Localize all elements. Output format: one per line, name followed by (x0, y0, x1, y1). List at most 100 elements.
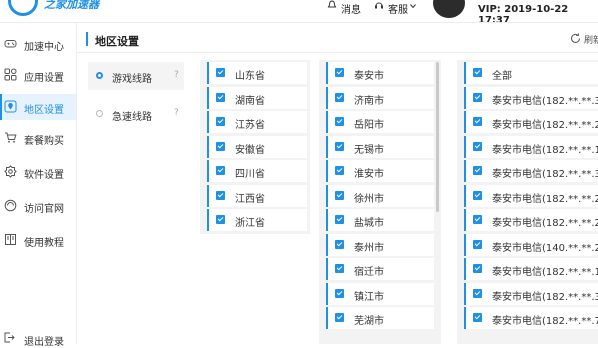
checkbox-checked[interactable] (473, 215, 482, 224)
bell-icon[interactable] (327, 0, 337, 10)
radio-selected[interactable] (96, 72, 103, 79)
sidebar-item-app-settings[interactable]: 应用设置 (0, 62, 76, 88)
server-label: 泰安市电信(182.**.**.201) (492, 218, 598, 229)
row-accent (207, 209, 209, 231)
sidebar-item-label: 地区设置 (24, 105, 64, 116)
checkbox-checked[interactable] (473, 240, 482, 249)
sidebar-item-website[interactable]: 访问官网 (0, 193, 76, 219)
headset-icon[interactable] (374, 0, 384, 10)
logout-button[interactable]: 退出登录 (4, 331, 74, 348)
checkbox-checked[interactable] (216, 142, 225, 151)
city-item[interactable]: 岳阳市 (326, 111, 434, 133)
city-item[interactable]: 芜湖市 (326, 307, 434, 329)
sidebar-item-region-settings[interactable]: 地区设置 (0, 94, 76, 120)
checkbox-checked[interactable] (473, 93, 482, 102)
city-item[interactable]: 宿迁市 (326, 258, 434, 280)
checkbox-checked[interactable] (473, 289, 482, 298)
row-accent (207, 160, 209, 182)
messages-link[interactable]: 消息 (341, 1, 361, 16)
checkbox-checked[interactable] (473, 264, 482, 273)
checkbox-checked[interactable] (216, 191, 225, 200)
server-item[interactable]: 泰安市电信(182.**.**.36) (464, 87, 598, 109)
checkbox-checked[interactable] (473, 191, 482, 200)
server-item[interactable]: 泰安市电信(182.**.**.10) (464, 136, 598, 158)
checkbox-checked[interactable] (335, 142, 344, 151)
checkbox-checked[interactable] (335, 215, 344, 224)
service-link[interactable]: 客服 (388, 1, 408, 16)
row-accent (464, 87, 466, 109)
help-icon[interactable]: ? (174, 70, 179, 80)
province-item[interactable]: 浙江省 (207, 209, 307, 231)
row-accent (326, 258, 328, 280)
city-label: 泰安市 (354, 71, 384, 82)
province-label: 浙江省 (235, 218, 265, 229)
checkbox-checked[interactable] (473, 142, 482, 151)
checkbox-checked[interactable] (335, 313, 344, 322)
checkbox-checked[interactable] (335, 166, 344, 175)
city-item[interactable]: 镇江市 (326, 283, 434, 305)
checkbox-checked[interactable] (335, 93, 344, 102)
server-item[interactable]: 泰安市电信(182.**.**.33) (464, 283, 598, 305)
server-item-all[interactable]: 全部 (464, 62, 598, 84)
chevron-down-icon[interactable] (410, 3, 416, 9)
checkbox-checked[interactable] (216, 93, 225, 102)
checkbox-checked[interactable] (473, 68, 482, 77)
server-item[interactable]: 泰安市电信(140.**.**.21) (464, 234, 598, 256)
row-accent (207, 62, 209, 84)
app-logo-text: 之家加速器 (44, 0, 99, 11)
sidebar-item-purchase[interactable]: 套餐购买 (0, 125, 76, 151)
checkbox-checked[interactable] (335, 264, 344, 273)
checkbox-checked[interactable] (216, 215, 225, 224)
checkbox-checked[interactable] (216, 166, 225, 175)
city-item[interactable]: 泰安市 (326, 62, 434, 84)
city-item[interactable]: 徐州市 (326, 185, 434, 207)
checkbox-checked[interactable] (216, 117, 225, 126)
province-item[interactable]: 山东省 (207, 62, 307, 84)
server-item[interactable]: 泰安市电信(182.**.**.19) (464, 258, 598, 280)
server-item[interactable]: 泰安市电信(182.**.**.201) (464, 209, 598, 231)
checkbox-checked[interactable] (335, 191, 344, 200)
province-item[interactable]: 湖南省 (207, 87, 307, 109)
city-item[interactable]: 淮安市 (326, 160, 434, 182)
city-item[interactable]: 盐城市 (326, 209, 434, 231)
province-item[interactable]: 四川省 (207, 160, 307, 182)
avatar[interactable] (433, 0, 465, 18)
sidebar-item-label: 套餐购买 (24, 136, 64, 147)
checkbox-checked[interactable] (216, 68, 225, 77)
checkbox-checked[interactable] (473, 166, 482, 175)
city-item[interactable]: 无锡市 (326, 136, 434, 158)
sidebar-item-label: 应用设置 (24, 73, 64, 84)
sidebar-item-label: 加速中心 (24, 42, 64, 53)
header-divider (76, 52, 598, 53)
server-label: 泰安市电信(140.**.**.21) (492, 243, 598, 254)
city-label: 镇江市 (354, 292, 384, 303)
help-icon[interactable]: ? (174, 108, 179, 118)
globe-icon (4, 199, 17, 212)
city-item[interactable]: 泰州市 (326, 234, 434, 256)
line-type-express[interactable]: 急速线路 ? (88, 100, 184, 128)
page-title: 地区设置 (95, 35, 139, 48)
sidebar-item-tutorial[interactable]: 使用教程 (0, 227, 76, 253)
checkbox-checked[interactable] (473, 313, 482, 322)
checkbox-checked[interactable] (335, 68, 344, 77)
line-type-game[interactable]: 游戏线路 ? (88, 62, 184, 90)
server-item[interactable]: 泰安市电信(182.**.**.32) (464, 160, 598, 182)
sidebar-item-acceleration[interactable]: 加速中心 (0, 31, 76, 57)
checkbox-checked[interactable] (473, 117, 482, 126)
location-icon (4, 100, 17, 113)
city-scrollbar[interactable] (436, 62, 439, 212)
server-item[interactable]: 泰安市电信(182.**.**.220) (464, 111, 598, 133)
server-item[interactable]: 泰安市电信(182.**.**.204) (464, 185, 598, 207)
province-item[interactable]: 江西省 (207, 185, 307, 207)
sidebar-item-software-settings[interactable]: 软件设置 (0, 159, 76, 185)
radio-unselected[interactable] (96, 110, 103, 117)
checkbox-checked[interactable] (335, 117, 344, 126)
province-item[interactable]: 江苏省 (207, 111, 307, 133)
checkbox-checked[interactable] (335, 240, 344, 249)
city-item[interactable]: 济南市 (326, 87, 434, 109)
refresh-button[interactable]: 刷新 (570, 32, 598, 46)
server-item[interactable]: 泰安市电信(182.**.**.79) (464, 307, 598, 329)
checkbox-checked[interactable] (335, 289, 344, 298)
province-label: 山东省 (235, 71, 265, 82)
province-item[interactable]: 安徽省 (207, 136, 307, 158)
